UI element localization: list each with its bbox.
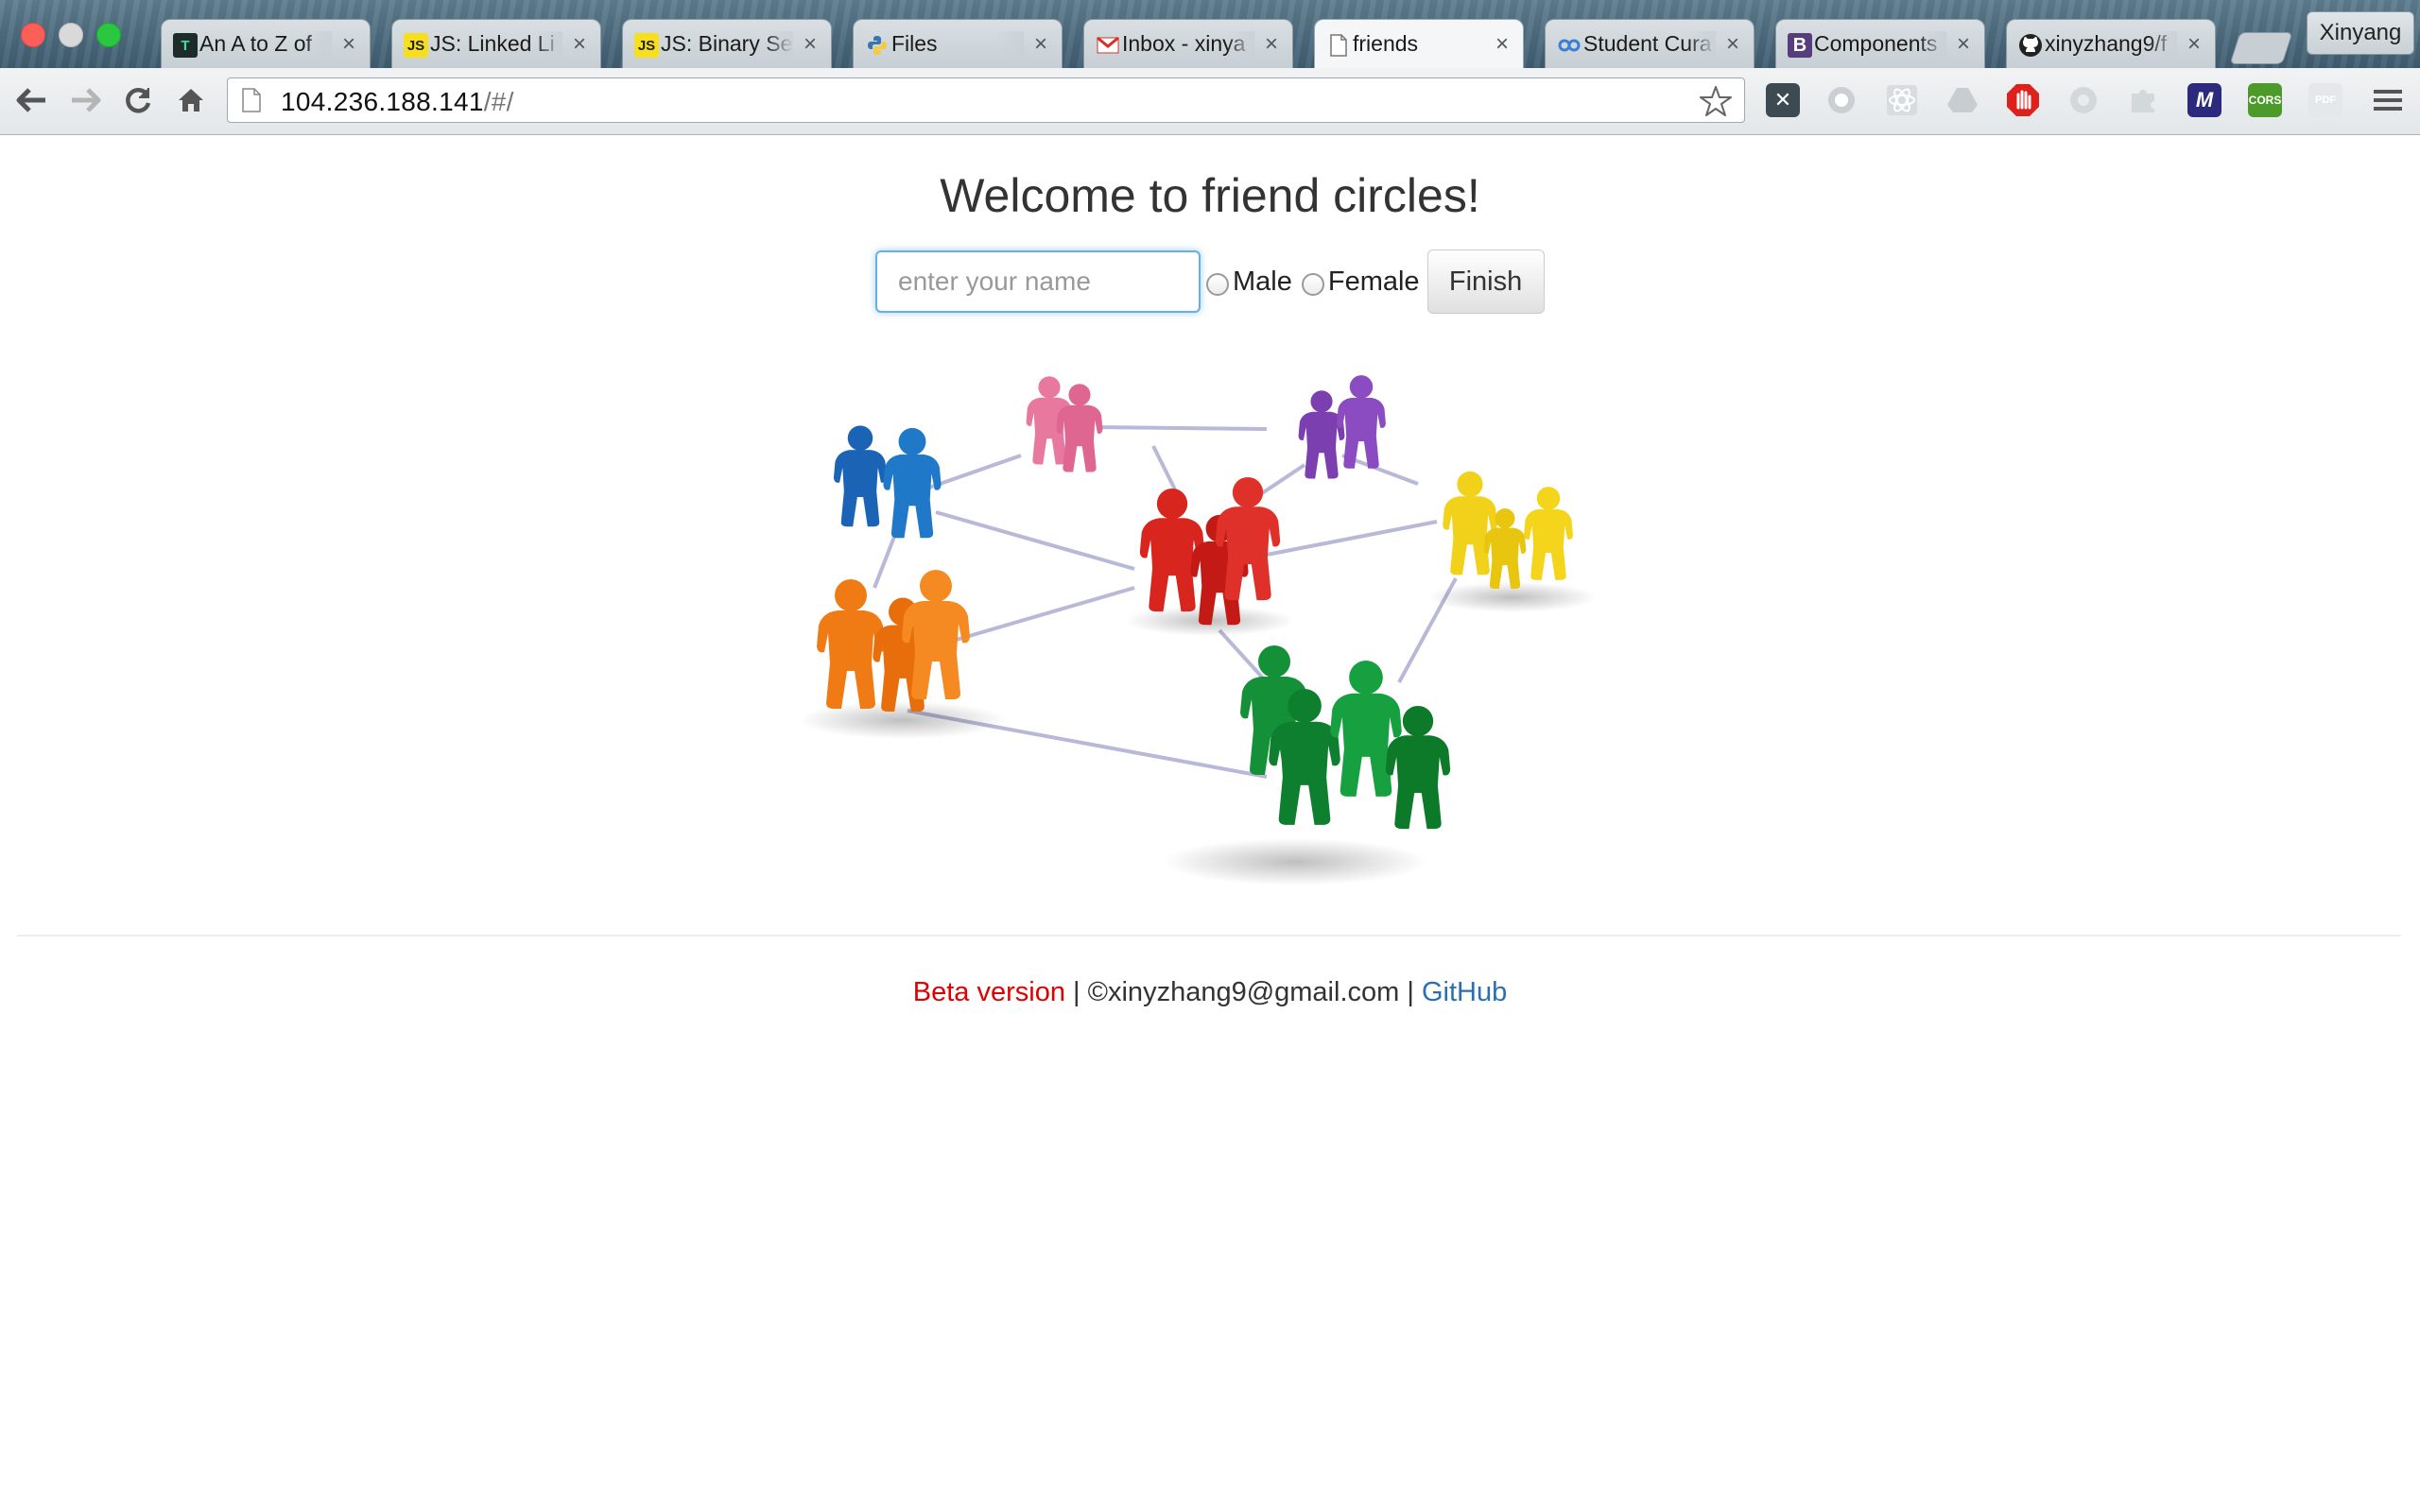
tab-close-icon[interactable]: × xyxy=(1029,31,1052,58)
tab-close-icon[interactable]: × xyxy=(799,31,821,58)
terminal-favicon-icon: T xyxy=(173,33,198,58)
tab-strip: T An A to Z of × JS JS: Linked Li × JS J… xyxy=(0,0,2420,68)
bookmark-star-icon[interactable] xyxy=(1699,84,1733,118)
profile-button[interactable]: Xinyang xyxy=(2307,11,2414,55)
tab-title: Files xyxy=(891,31,1024,57)
home-icon[interactable] xyxy=(172,81,210,119)
circle-extension-icon[interactable] xyxy=(1824,83,1858,117)
tab-title: JS: Binary Se xyxy=(661,31,793,56)
js-favicon-icon: JS xyxy=(634,33,659,58)
tab-a-to-z[interactable]: T An A to Z of × xyxy=(161,19,371,68)
tab-title: Student Cura xyxy=(1583,31,1716,57)
github-favicon-icon xyxy=(2018,33,2043,58)
page-title: Welcome to friend circles! xyxy=(940,169,1480,222)
window-maximize-button[interactable] xyxy=(96,23,121,47)
name-input[interactable] xyxy=(875,250,1201,313)
m-extension-icon[interactable]: M xyxy=(2187,83,2221,117)
url-path: /#/ xyxy=(483,87,514,116)
window-close-button[interactable] xyxy=(21,23,45,47)
reload-icon[interactable] xyxy=(119,81,157,119)
tab-title: Inbox - xinya xyxy=(1122,31,1254,57)
gmail-favicon-icon xyxy=(1096,33,1120,58)
tab-close-icon[interactable]: × xyxy=(2183,31,2205,58)
copyright-text: ©xinyzhang9@gmail.com xyxy=(1087,977,1400,1007)
tab-close-icon[interactable]: × xyxy=(1491,31,1513,58)
footer: Beta version | ©xinyzhang9@gmail.com | G… xyxy=(0,977,2420,1008)
tab-student-curation[interactable]: Student Cura × xyxy=(1545,19,1754,68)
male-option[interactable]: Male xyxy=(1206,266,1296,298)
finish-button[interactable]: Finish xyxy=(1426,249,1545,314)
yellow-group xyxy=(1443,471,1573,589)
tab-inbox[interactable]: Inbox - xinya × xyxy=(1083,19,1293,68)
js-favicon-icon: JS xyxy=(404,33,428,58)
female-radio[interactable] xyxy=(1301,273,1324,296)
tab-title: JS: Linked Li xyxy=(430,31,562,57)
tab-close-icon[interactable]: × xyxy=(1721,31,1744,58)
page-icon xyxy=(242,88,261,112)
blue-group xyxy=(833,425,942,539)
tab-close-icon[interactable]: × xyxy=(1260,31,1283,58)
new-tab-button[interactable] xyxy=(2229,32,2293,64)
forward-arrow-icon[interactable] xyxy=(66,81,104,119)
male-label: Male xyxy=(1233,266,1292,297)
x-extension-icon[interactable]: ✕ xyxy=(1766,83,1800,117)
tab-files[interactable]: Files × xyxy=(853,19,1063,68)
page-favicon-icon xyxy=(1326,33,1351,58)
orange-group xyxy=(817,570,970,713)
github-link[interactable]: GitHub xyxy=(1422,977,1507,1007)
browser-toolbar: 104.236.188.141/#/ ✕ M CORS PDF xyxy=(0,68,2420,135)
grey-circle-extension-icon[interactable] xyxy=(2066,83,2100,117)
address-bar[interactable]: 104.236.188.141/#/ xyxy=(227,77,1745,123)
red-group xyxy=(1139,476,1281,626)
tab-friends[interactable]: friends × xyxy=(1314,19,1524,68)
tab-title: Components xyxy=(1814,31,1946,57)
tab-close-icon[interactable]: × xyxy=(568,31,591,58)
pink-group xyxy=(1026,376,1103,472)
female-label: Female xyxy=(1327,266,1420,297)
tab-components[interactable]: B Components × xyxy=(1775,19,1985,68)
female-option[interactable]: Female xyxy=(1301,266,1424,298)
green-group xyxy=(1240,645,1451,830)
drive-extension-icon[interactable] xyxy=(1945,83,1979,117)
tab-title: friends xyxy=(1353,31,1485,57)
link-favicon-icon xyxy=(1557,33,1582,58)
bootstrap-favicon-icon: B xyxy=(1788,33,1812,58)
footer-separator: | xyxy=(1399,977,1422,1007)
footer-separator: | xyxy=(1064,977,1088,1007)
stop-extension-icon[interactable] xyxy=(2006,83,2040,117)
python-favicon-icon xyxy=(865,33,890,58)
tab-title: An A to Z of xyxy=(199,31,332,57)
pdf-extension-icon[interactable]: PDF xyxy=(2308,83,2342,117)
friend-circles-illustration xyxy=(799,375,1598,885)
window-minimize-button[interactable] xyxy=(59,23,83,47)
male-radio[interactable] xyxy=(1206,273,1229,296)
tab-close-icon[interactable]: × xyxy=(337,31,360,58)
footer-divider xyxy=(17,935,2401,936)
tab-github-repo[interactable]: xinyzhang9/f × xyxy=(2006,19,2216,68)
url-text: 104.236.188.141/#/ xyxy=(281,87,514,117)
tab-title: xinyzhang9/f xyxy=(2045,31,2177,57)
tab-js-linked-list[interactable]: JS JS: Linked Li × xyxy=(391,19,601,68)
react-extension-icon[interactable] xyxy=(1885,83,1919,117)
beta-label: Beta version xyxy=(912,977,1065,1007)
purple-group xyxy=(1298,375,1386,479)
grey-puzzle-extension-icon[interactable] xyxy=(2127,83,2161,117)
page-content: Welcome to friend circles! Male Female F… xyxy=(0,134,2420,1512)
cors-extension-icon[interactable]: CORS xyxy=(2248,83,2282,117)
back-arrow-icon[interactable] xyxy=(13,81,51,119)
tab-js-binary-search[interactable]: JS JS: Binary Se × xyxy=(622,19,832,68)
signup-form: Male Female Finish xyxy=(875,249,1545,314)
url-host: 104.236.188.141 xyxy=(281,87,484,116)
menu-icon[interactable] xyxy=(2369,81,2407,119)
tab-close-icon[interactable]: × xyxy=(1952,31,1975,58)
browser-chrome: T An A to Z of × JS JS: Linked Li × JS J… xyxy=(0,0,2420,135)
